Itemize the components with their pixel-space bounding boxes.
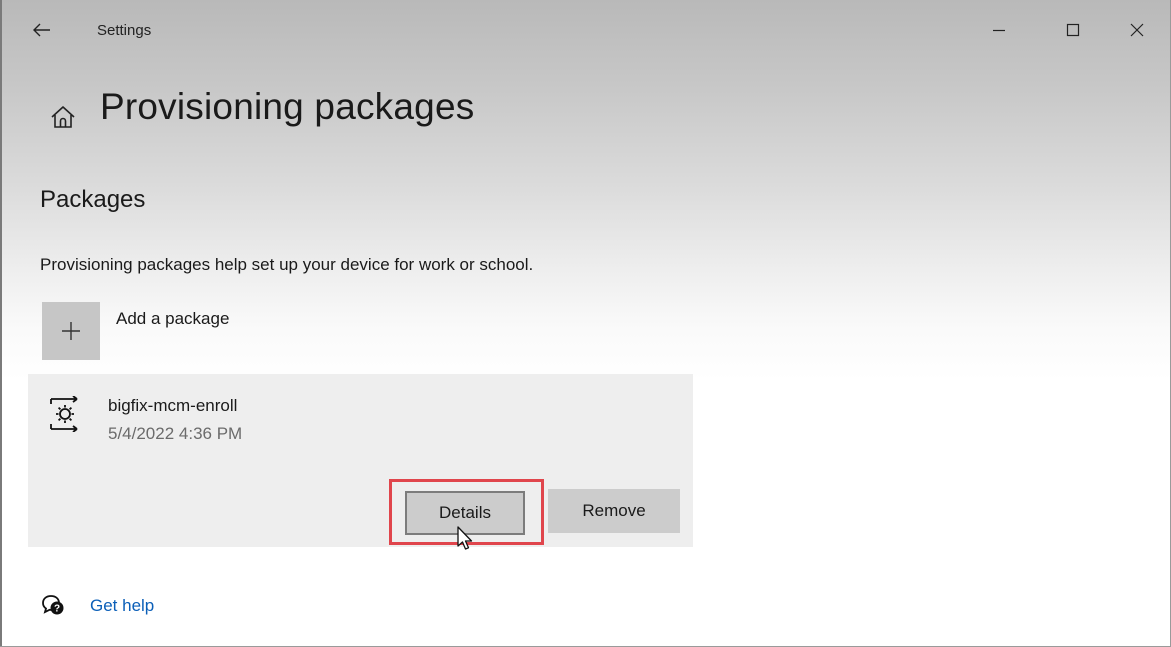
home-icon[interactable] <box>48 102 78 132</box>
maximize-button[interactable] <box>1053 12 1093 48</box>
package-date: 5/4/2022 4:36 PM <box>108 424 243 443</box>
remove-button[interactable]: Remove <box>548 489 680 533</box>
section-description: Provisioning packages help set up your d… <box>40 255 534 274</box>
provisioning-package-icon <box>50 396 78 432</box>
get-help-icon: ? <box>42 595 64 615</box>
section-title: Packages <box>40 186 146 213</box>
get-help-link[interactable]: ? Get help <box>42 592 242 620</box>
app-title: Settings <box>97 22 152 39</box>
window-border-left <box>0 0 2 647</box>
svg-text:?: ? <box>54 604 60 615</box>
close-button[interactable] <box>1117 12 1157 48</box>
get-help-label: Get help <box>90 596 155 615</box>
settings-window: Settings Provisioning packages Packages … <box>0 0 1171 647</box>
page-title: Provisioning packages <box>100 86 475 127</box>
minimize-icon <box>993 29 1005 32</box>
maximize-icon <box>1066 23 1080 37</box>
package-card[interactable]: bigfix-mcm-enroll 5/4/2022 4:36 PM Detai… <box>28 374 693 547</box>
package-name: bigfix-mcm-enroll <box>108 396 238 415</box>
title-bar: Settings <box>0 0 1171 60</box>
arrow-left-icon <box>33 23 50 37</box>
back-button[interactable] <box>22 12 62 48</box>
details-button[interactable]: Details <box>405 491 525 535</box>
plus-icon <box>62 322 80 340</box>
minimize-button[interactable] <box>979 12 1019 48</box>
add-package-label: Add a package <box>116 309 230 328</box>
close-icon <box>1130 23 1144 37</box>
add-package-button[interactable]: Add a package <box>42 302 302 360</box>
add-package-tile[interactable] <box>42 302 100 360</box>
